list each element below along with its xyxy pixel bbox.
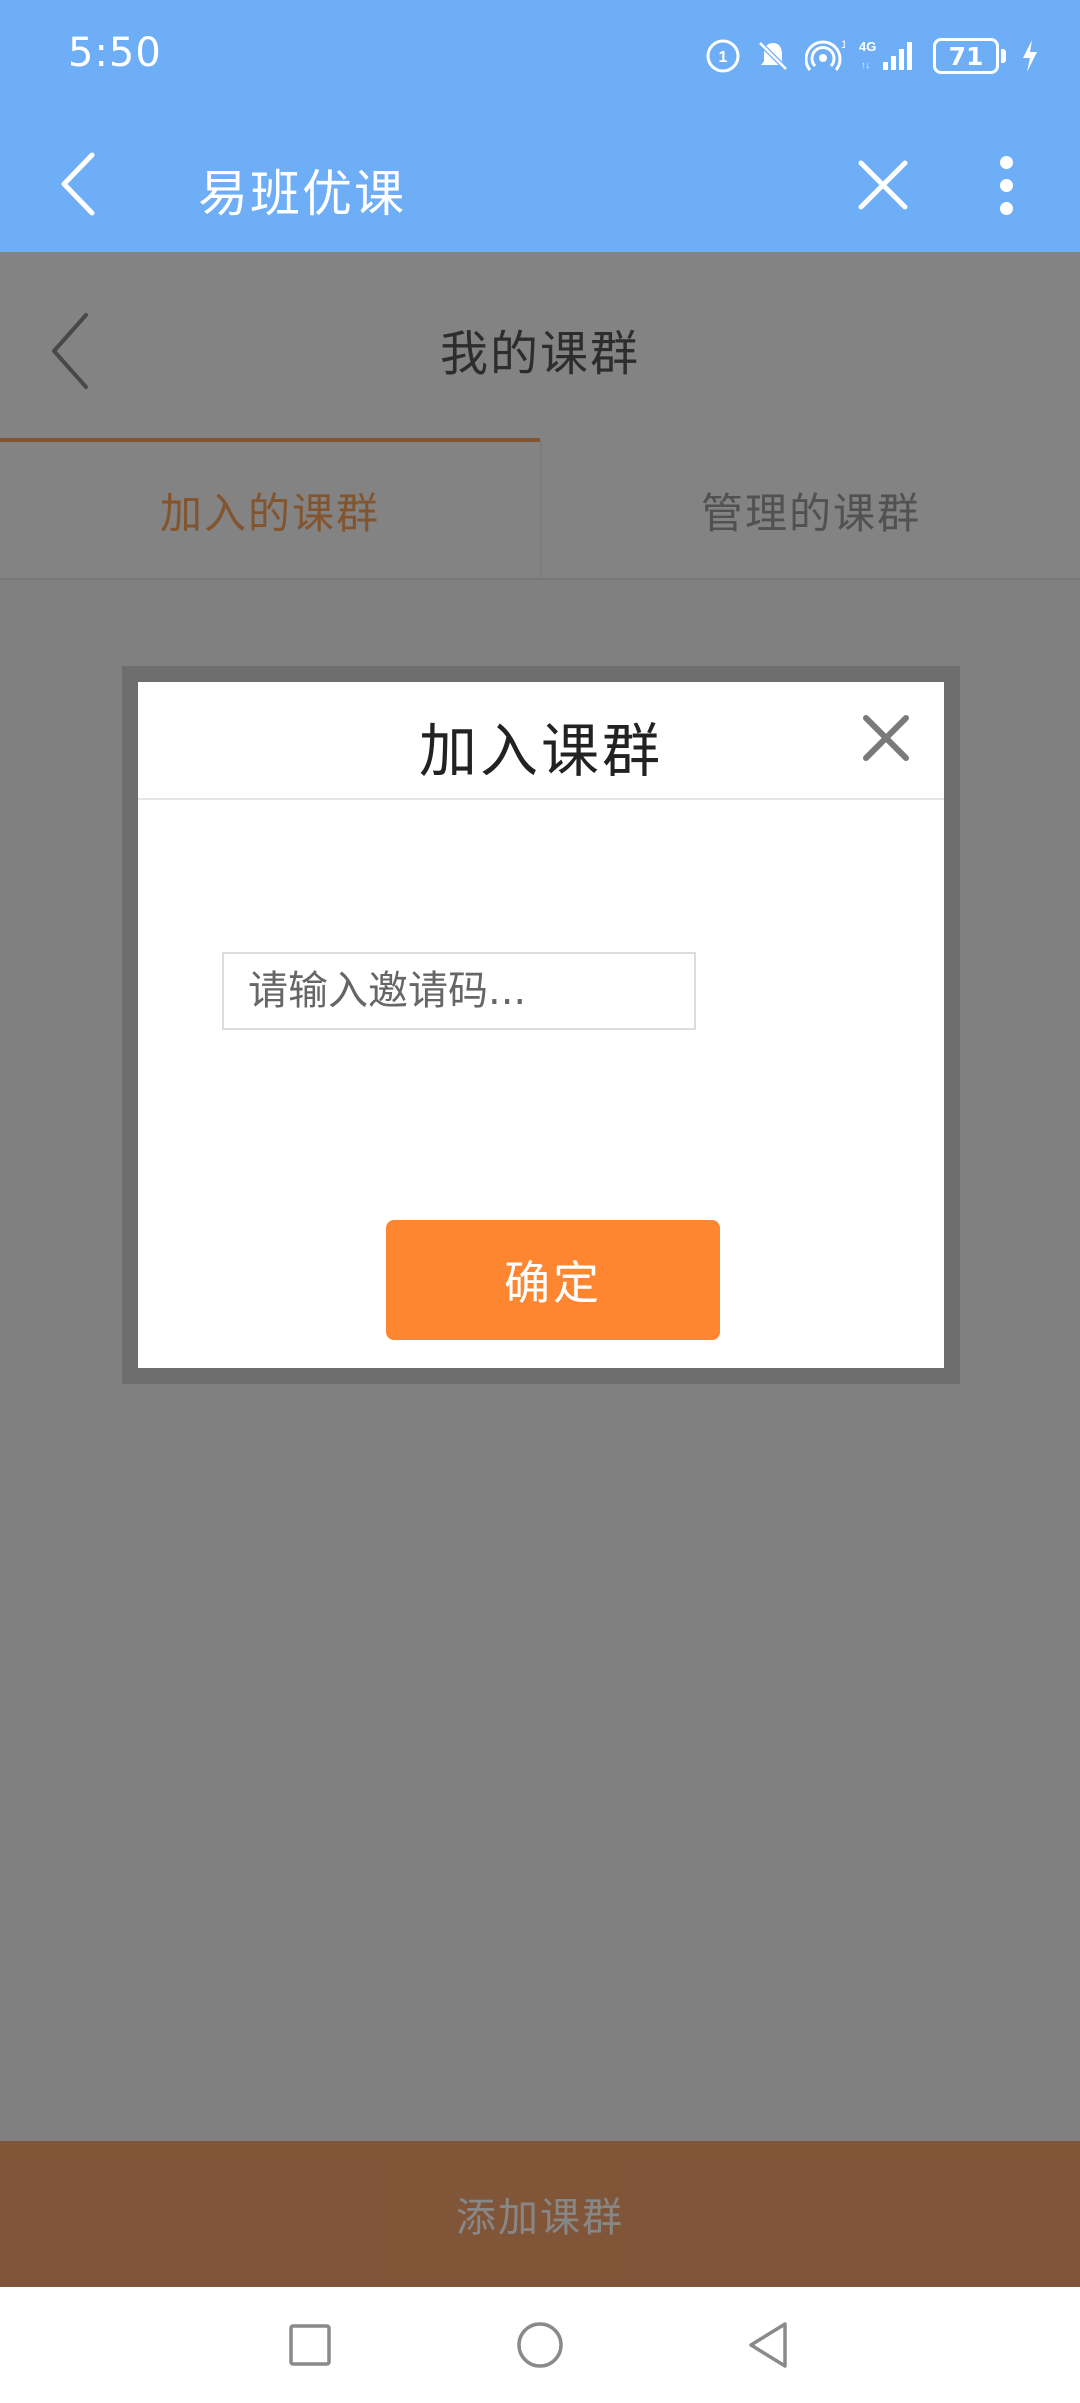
invite-code-input[interactable]	[222, 952, 696, 1030]
join-group-dialog-frame: 加入课群 确定	[122, 666, 960, 1384]
dialog-header: 加入课群	[138, 682, 944, 800]
recent-apps-icon[interactable]	[280, 2315, 340, 2375]
hd-call-icon: 1	[705, 38, 741, 74]
svg-text:1: 1	[719, 49, 728, 66]
battery-level: 71	[933, 38, 999, 74]
bell-muted-icon	[755, 38, 791, 74]
join-group-dialog: 加入课群 确定	[138, 682, 944, 1368]
close-icon[interactable]	[848, 150, 918, 220]
more-vertical-icon[interactable]	[976, 150, 1036, 220]
svg-text:↑↓: ↑↓	[861, 60, 870, 70]
status-bar: 5:50 1 1 4G ↑↓ 71	[0, 0, 1080, 116]
dialog-title: 加入课群	[418, 717, 663, 785]
battery-icon: 71	[933, 38, 1006, 74]
charging-icon	[1020, 38, 1040, 74]
confirm-button[interactable]: 确定	[386, 1220, 720, 1340]
hotspot-icon: 1	[805, 38, 845, 74]
app-bar: 易班优课	[0, 116, 1080, 252]
status-time: 5:50	[68, 30, 162, 76]
app-title: 易班优课	[198, 165, 406, 223]
svg-text:4G: 4G	[859, 39, 876, 54]
back-icon[interactable]	[738, 2315, 798, 2375]
signal-4g-icon: 4G ↑↓	[859, 38, 919, 74]
status-icons: 1 1 4G ↑↓ 71	[705, 30, 1040, 82]
chevron-left-icon[interactable]	[58, 144, 138, 224]
dialog-close-icon[interactable]	[856, 708, 916, 768]
system-nav-bar	[0, 2287, 1080, 2403]
svg-text:1: 1	[841, 39, 845, 51]
home-icon[interactable]	[510, 2315, 570, 2375]
